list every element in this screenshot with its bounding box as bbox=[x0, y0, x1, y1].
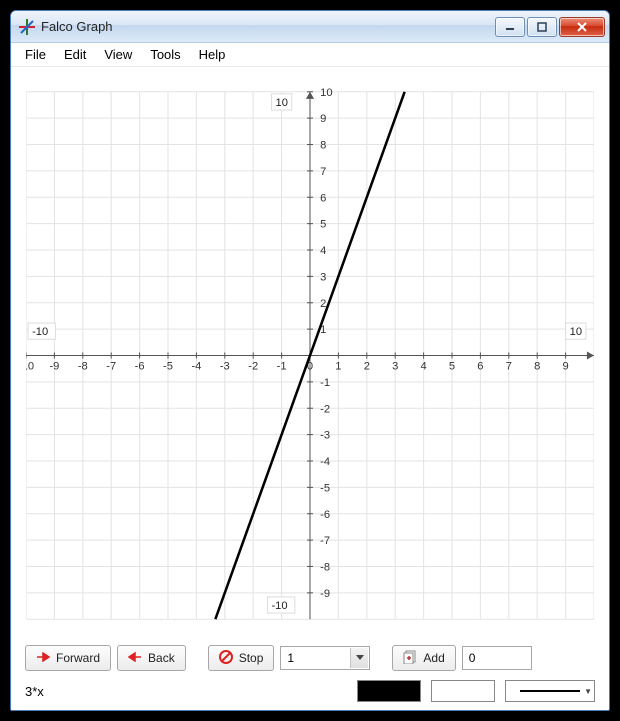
back-button[interactable]: Back bbox=[117, 645, 186, 671]
svg-text:4: 4 bbox=[320, 245, 326, 257]
svg-text:5: 5 bbox=[449, 361, 455, 373]
svg-text:6: 6 bbox=[477, 361, 483, 373]
speed-select[interactable]: 1 bbox=[280, 646, 370, 670]
toolbar: Forward Back Stop 1 bbox=[11, 640, 609, 676]
line-color-swatch[interactable] bbox=[357, 680, 421, 702]
svg-text:5: 5 bbox=[320, 219, 326, 231]
stop-label: Stop bbox=[239, 651, 264, 665]
svg-text:-4: -4 bbox=[320, 456, 330, 468]
svg-text:-7: -7 bbox=[320, 535, 330, 547]
speed-value: 1 bbox=[287, 651, 294, 665]
svg-text:3: 3 bbox=[392, 361, 398, 373]
svg-text:-2: -2 bbox=[248, 361, 258, 373]
svg-text:10: 10 bbox=[276, 97, 288, 109]
svg-text:-1: -1 bbox=[320, 377, 330, 389]
svg-text:2: 2 bbox=[320, 298, 326, 310]
svg-text:9: 9 bbox=[562, 361, 568, 373]
svg-text:-5: -5 bbox=[163, 361, 173, 373]
forward-button[interactable]: Forward bbox=[25, 645, 111, 671]
menu-file[interactable]: File bbox=[17, 45, 54, 64]
svg-text:-10: -10 bbox=[25, 361, 34, 373]
svg-text:-2: -2 bbox=[320, 403, 330, 415]
stop-button[interactable]: Stop bbox=[208, 645, 275, 671]
menu-edit[interactable]: Edit bbox=[56, 45, 94, 64]
svg-text:-9: -9 bbox=[49, 361, 59, 373]
back-label: Back bbox=[148, 651, 175, 665]
svg-text:10: 10 bbox=[570, 326, 582, 338]
back-icon bbox=[128, 651, 142, 665]
window-controls bbox=[495, 17, 605, 37]
minimize-button[interactable] bbox=[495, 17, 525, 37]
menubar: File Edit View Tools Help bbox=[11, 43, 609, 67]
svg-text:-1: -1 bbox=[277, 361, 287, 373]
svg-text:10: 10 bbox=[320, 87, 332, 99]
svg-text:7: 7 bbox=[320, 166, 326, 178]
forward-icon bbox=[36, 651, 50, 665]
chevron-down-icon bbox=[350, 648, 368, 668]
bg-color-swatch[interactable] bbox=[431, 680, 495, 702]
svg-text:4: 4 bbox=[420, 361, 426, 373]
svg-text:-3: -3 bbox=[220, 361, 230, 373]
forward-label: Forward bbox=[56, 651, 100, 665]
window-title: Falco Graph bbox=[41, 19, 495, 34]
close-button[interactable] bbox=[559, 17, 605, 37]
menu-help[interactable]: Help bbox=[191, 45, 234, 64]
chevron-down-icon: ▼ bbox=[584, 687, 592, 696]
svg-text:6: 6 bbox=[320, 192, 326, 204]
add-button[interactable]: Add bbox=[392, 645, 455, 671]
svg-text:8: 8 bbox=[320, 140, 326, 152]
stop-icon bbox=[219, 650, 233, 667]
svg-text:3: 3 bbox=[320, 271, 326, 283]
titlebar: Falco Graph bbox=[11, 11, 609, 43]
svg-text:-7: -7 bbox=[106, 361, 116, 373]
bottombar: 3*x ▼ bbox=[11, 676, 609, 710]
svg-text:8: 8 bbox=[534, 361, 540, 373]
line-preview bbox=[520, 690, 580, 692]
line-style-select[interactable]: ▼ bbox=[505, 680, 595, 702]
svg-text:7: 7 bbox=[506, 361, 512, 373]
svg-text:-3: -3 bbox=[320, 430, 330, 442]
menu-tools[interactable]: Tools bbox=[142, 45, 188, 64]
svg-text:-8: -8 bbox=[78, 361, 88, 373]
expression-display: 3*x bbox=[25, 684, 347, 699]
svg-text:-10: -10 bbox=[32, 326, 48, 338]
svg-text:-9: -9 bbox=[320, 588, 330, 600]
menu-view[interactable]: View bbox=[96, 45, 140, 64]
svg-text:-6: -6 bbox=[320, 509, 330, 521]
svg-text:-6: -6 bbox=[135, 361, 145, 373]
svg-text:1: 1 bbox=[335, 361, 341, 373]
number-input[interactable]: 0 bbox=[462, 646, 532, 670]
app-icon bbox=[19, 19, 35, 35]
number-value: 0 bbox=[469, 651, 476, 665]
svg-text:9: 9 bbox=[320, 113, 326, 125]
app-window: Falco Graph File Edit View Tools Help -1… bbox=[10, 10, 610, 711]
svg-text:-10: -10 bbox=[271, 600, 287, 612]
add-icon bbox=[403, 650, 417, 667]
svg-text:2: 2 bbox=[364, 361, 370, 373]
svg-text:-8: -8 bbox=[320, 562, 330, 574]
add-label: Add bbox=[423, 651, 444, 665]
graph-canvas[interactable]: -10 -9 -8 -7 -6 -5 -4 -3 -2 -10 1 2 3 4 5 6 7 8 9 -9 -8 -7 -6 -… bbox=[25, 79, 595, 632]
maximize-button[interactable] bbox=[527, 17, 557, 37]
svg-text:-4: -4 bbox=[191, 361, 201, 373]
svg-text:-5: -5 bbox=[320, 482, 330, 494]
plot-area[interactable]: -10 -9 -8 -7 -6 -5 -4 -3 -2 -10 1 2 3 4 5 6 7 8 9 -9 -8 -7 -6 -… bbox=[11, 67, 609, 640]
